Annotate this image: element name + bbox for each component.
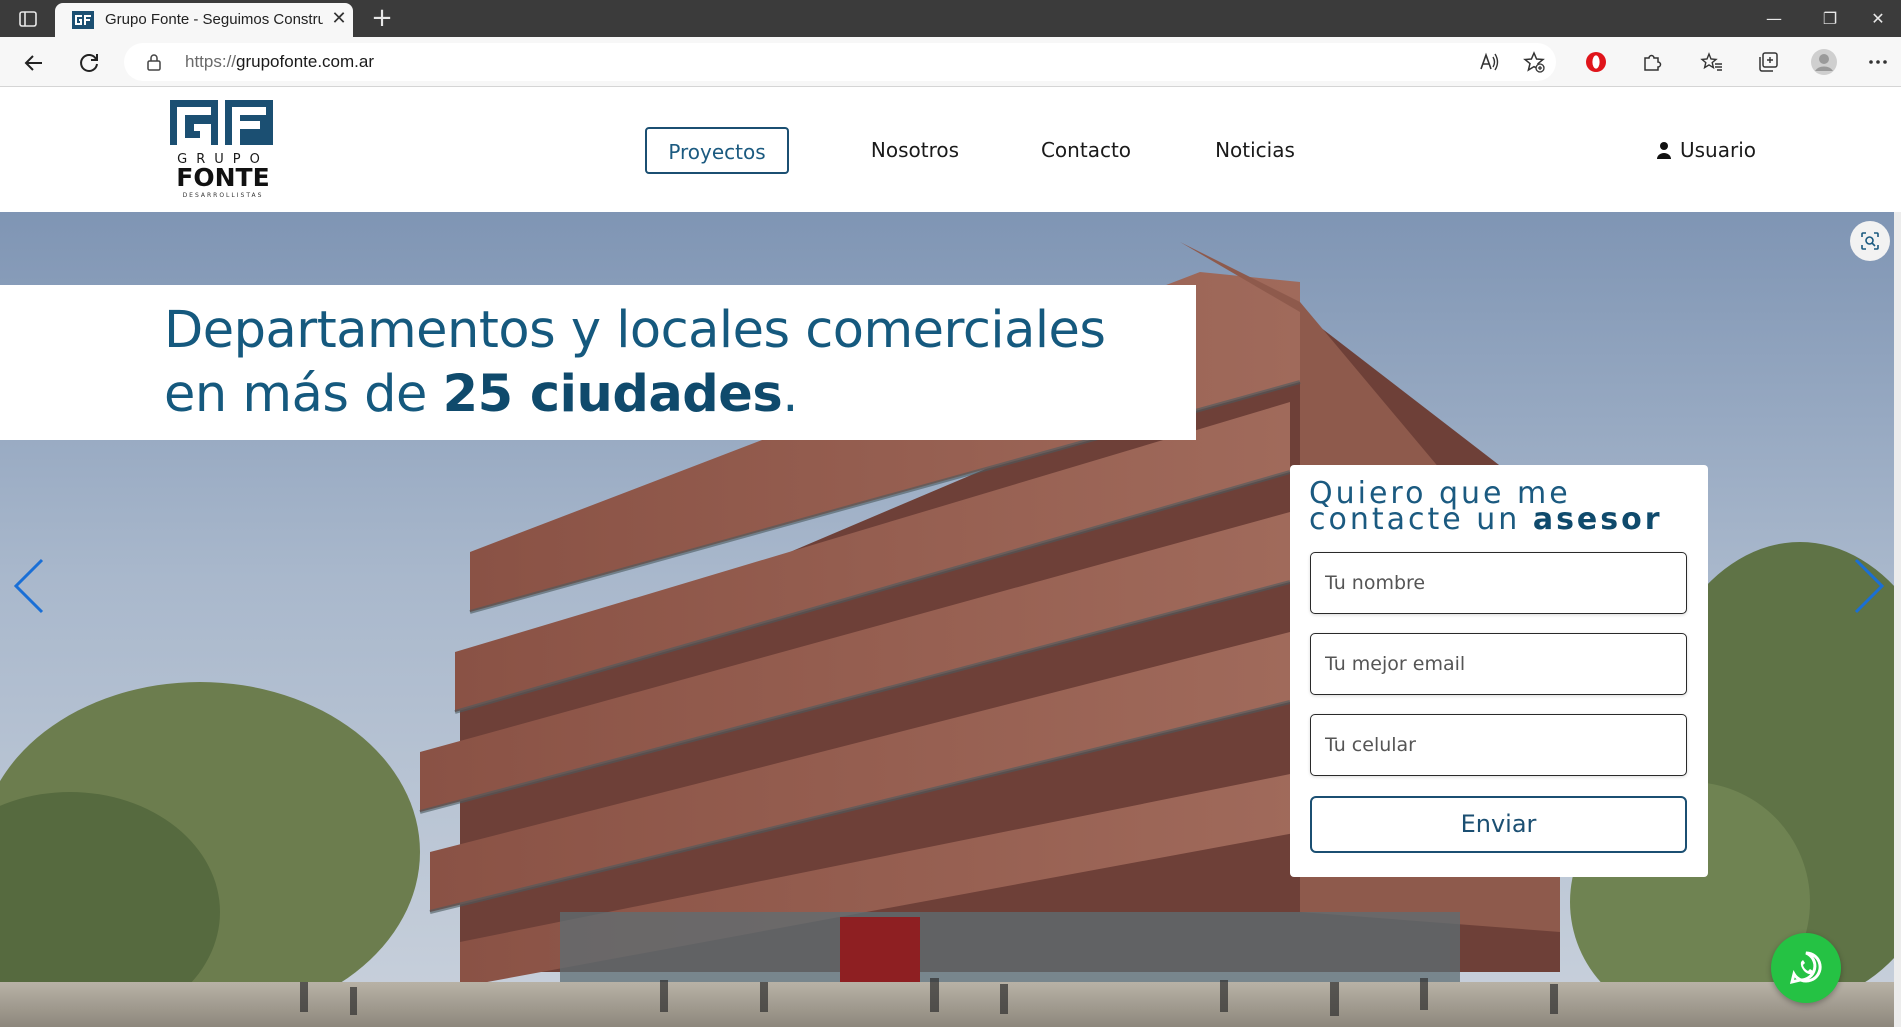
logo-tagline-text: DESARROLLISTAS [183,192,264,199]
close-tab-icon[interactable]: ✕ [329,9,349,29]
nav-nosotros-label: Nosotros [870,138,960,162]
site-header: GRUPO FONTE DESARROLLISTAS Proyectos Nos… [0,88,1901,212]
nav-noticias[interactable]: Noticias [1205,127,1305,174]
contact-form: Quiero que me contacte un asesor Enviar [1290,465,1708,877]
visual-search-icon [1861,232,1879,250]
headline-line-2-pre: en más de [164,365,443,424]
user-label: Usuario [1680,138,1757,162]
carousel-next-icon[interactable] [1848,556,1888,616]
user-menu[interactable]: Usuario [1656,127,1756,174]
whatsapp-icon [1789,951,1822,985]
url-text: https://grupofonte.com.ar [185,52,374,72]
form-title-line-2-pre: contacte un [1309,502,1533,537]
nav-nosotros[interactable]: Nosotros [855,127,975,174]
submit-button[interactable]: Enviar [1310,796,1687,853]
opera-extension-icon[interactable] [1584,50,1608,74]
tab-bar: Grupo Fonte - Seguimos Constru ✕ + — ❐ ✕ [0,0,1901,37]
user-icon [1657,142,1671,159]
name-input[interactable] [1310,552,1687,614]
headline-line-1: Departamentos y locales comerciales [164,301,1106,360]
site-favicon-icon [72,11,94,29]
back-icon[interactable] [18,47,50,79]
page-scrollbar[interactable] [1894,212,1901,1027]
hero-carousel: Departamentos y locales comerciales en m… [0,212,1901,1027]
refresh-icon[interactable] [73,47,105,79]
form-title-asesor: asesor [1532,502,1663,537]
grupo-fonte-logo[interactable]: GRUPO FONTE DESARROLLISTAS [170,100,276,200]
close-window-icon[interactable]: ✕ [1850,0,1901,37]
headline-line-2-post: . [782,365,798,424]
add-favorite-icon[interactable] [1522,50,1546,74]
nav-contacto[interactable]: Contacto [1030,127,1142,174]
more-menu-icon[interactable] [1866,50,1890,74]
active-tab[interactable]: Grupo Fonte - Seguimos Constru ✕ [55,3,353,37]
browser-toolbar: https://grupofonte.com.ar [0,37,1901,87]
minimize-icon[interactable]: — [1746,0,1802,37]
read-aloud-icon[interactable] [1477,50,1501,74]
logo-fonte-text: FONTE [176,163,269,192]
tab-actions-icon[interactable] [18,9,38,29]
email-input[interactable] [1310,633,1687,695]
browser-window: Grupo Fonte - Seguimos Constru ✕ + — ❐ ✕… [0,0,1901,1027]
nav-proyectos[interactable]: Proyectos [645,127,789,174]
hero-headline: Departamentos y locales comerciales en m… [164,299,1106,427]
favorites-icon[interactable] [1700,50,1724,74]
extensions-icon[interactable] [1640,50,1664,74]
profile-avatar-icon[interactable] [1810,48,1838,76]
url-host: grupofonte.com.ar [236,52,374,71]
lock-icon[interactable] [146,53,162,71]
new-tab-button[interactable]: + [367,3,397,33]
whatsapp-button[interactable] [1771,933,1841,1003]
nav-noticias-label: Noticias [1215,138,1295,162]
headline-box: Departamentos y locales comerciales en m… [0,285,1196,440]
collections-icon[interactable] [1756,50,1780,74]
tab-title: Grupo Fonte - Seguimos Constru [105,11,323,28]
nav-proyectos-label: Proyectos [668,140,766,164]
address-bar[interactable]: https://grupofonte.com.ar [124,43,1556,81]
phone-input[interactable] [1310,714,1687,776]
headline-cities-count: 25 ciudades [442,365,783,424]
carousel-prev-icon[interactable] [10,556,50,616]
visual-search-button[interactable] [1850,221,1890,261]
form-title: Quiero que me contacte un asesor [1309,479,1663,535]
url-protocol: https:// [185,52,237,71]
nav-contacto-label: Contacto [1040,138,1132,162]
